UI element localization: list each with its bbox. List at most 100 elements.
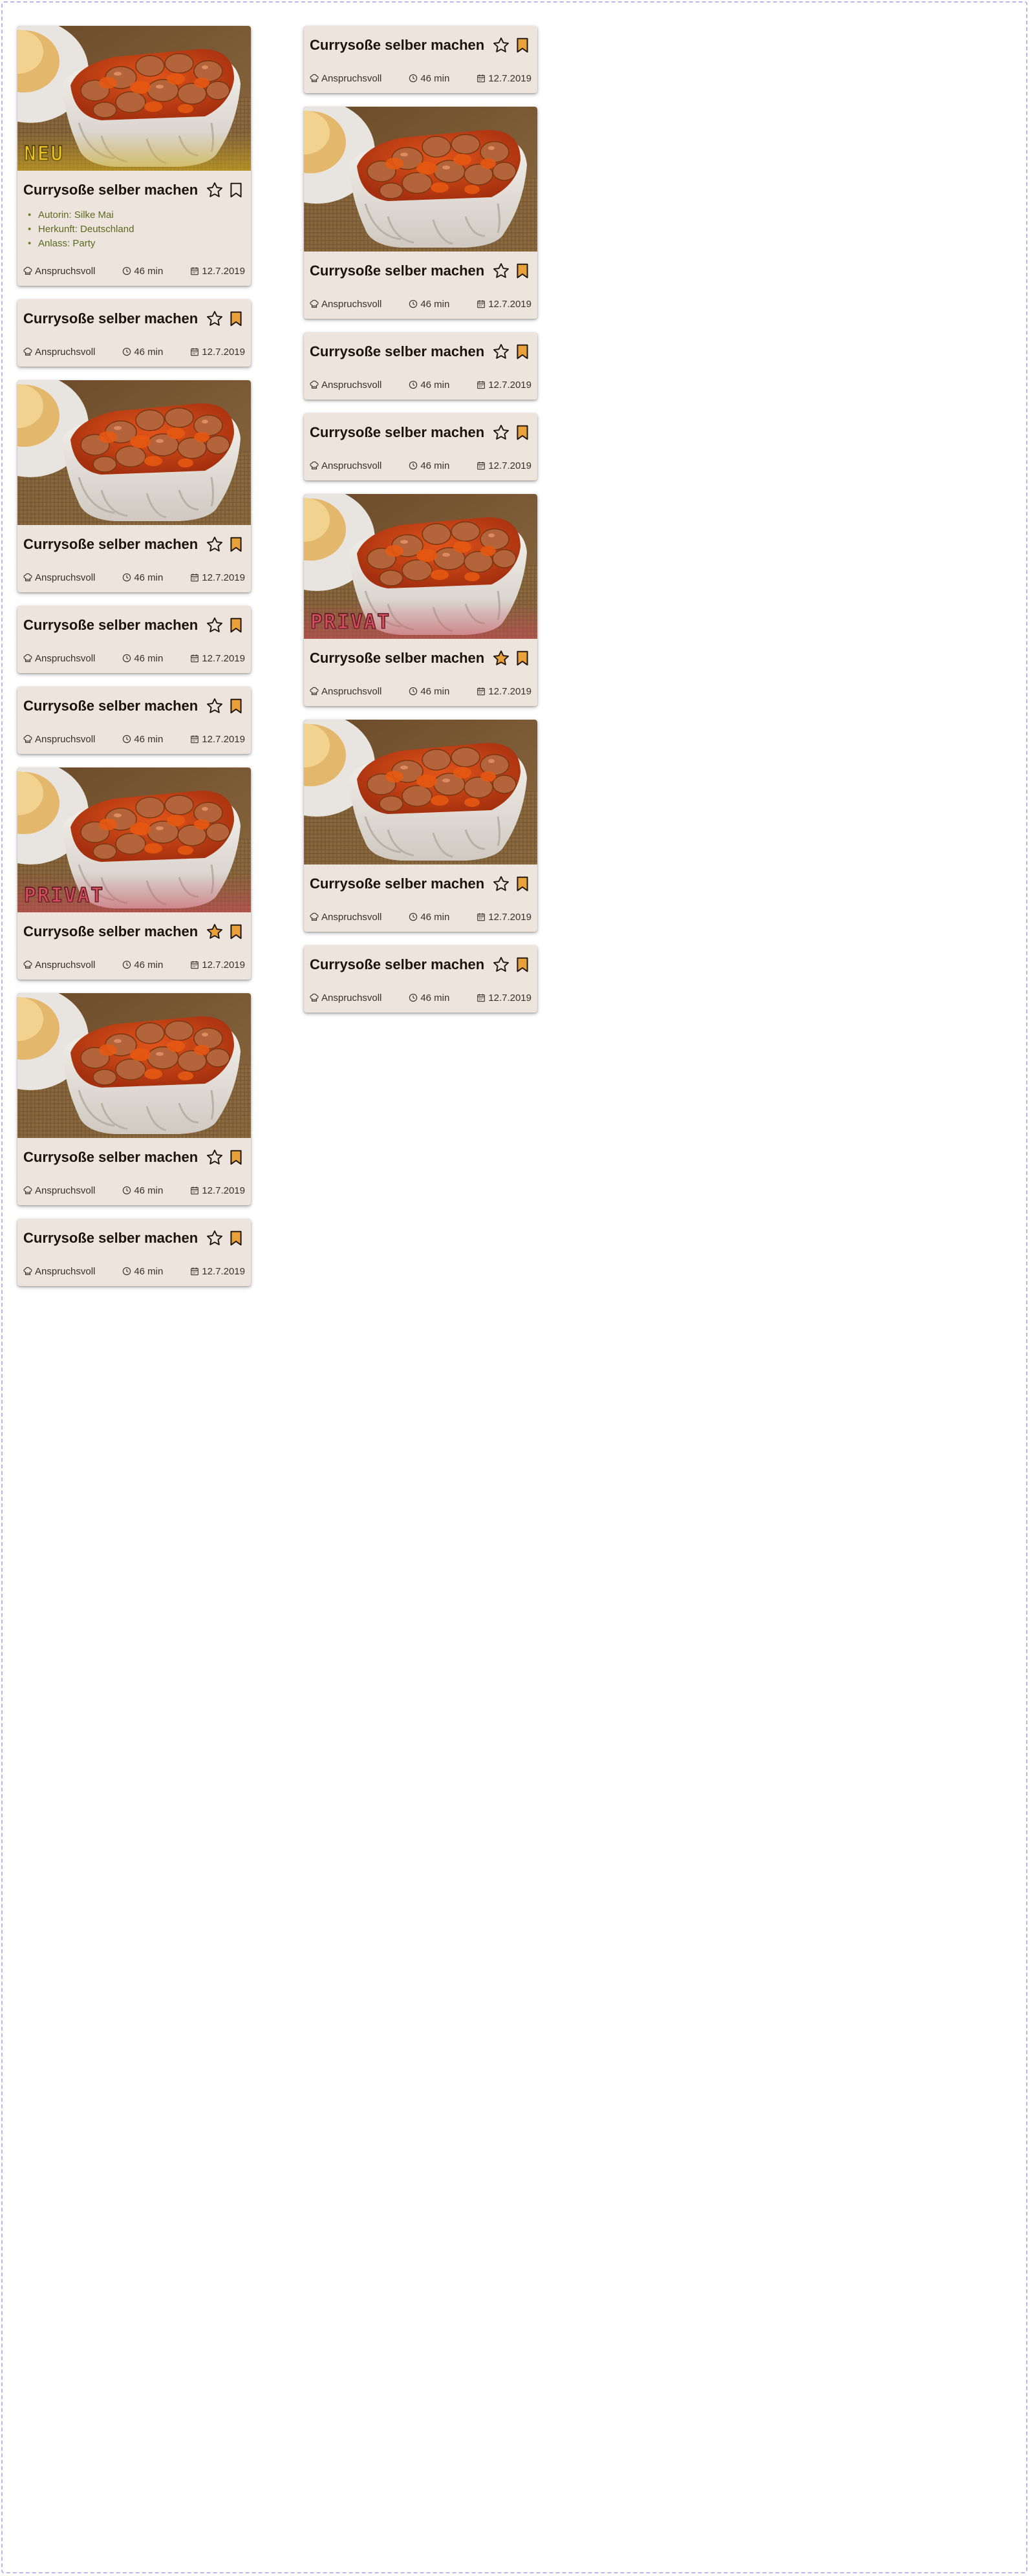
recipe-image[interactable] xyxy=(304,720,537,864)
bookmark-button[interactable] xyxy=(226,921,246,942)
duration-label: 46 min xyxy=(420,379,450,391)
favorite-star-button[interactable] xyxy=(491,261,511,281)
recipe-card[interactable]: Currysoße selber machen Anspruchsvoll 46 m… xyxy=(17,687,251,754)
date-info: 12.7.2019 xyxy=(190,572,245,583)
recipe-image[interactable] xyxy=(17,380,251,525)
date-info: 12.7.2019 xyxy=(477,380,531,391)
recipe-title[interactable]: Currysoße selber machen xyxy=(310,956,489,973)
recipe-image[interactable]: NEU xyxy=(17,26,251,171)
bookmark-button[interactable] xyxy=(226,534,246,555)
bookmark-button[interactable] xyxy=(513,341,532,362)
duration-label: 46 min xyxy=(134,346,164,358)
recipe-card[interactable]: PRIVAT Currysoße selber machen Anspruchsvo… xyxy=(17,767,251,980)
difficulty-label: Anspruchsvoll xyxy=(35,652,96,664)
new-badge: NEU xyxy=(23,142,64,166)
star-icon xyxy=(206,182,223,197)
favorite-star-button[interactable] xyxy=(491,35,511,56)
date-label: 12.7.2019 xyxy=(202,265,245,277)
duration-info: 46 min xyxy=(122,1266,163,1277)
recipe-card[interactable]: Currysoße selber machen Anspruchsvoll 46 m… xyxy=(304,413,537,480)
date-info: 12.7.2019 xyxy=(477,912,531,923)
recipe-card[interactable]: Currysoße selber machen Anspruchsvoll 46 m… xyxy=(17,380,251,592)
recipe-card[interactable]: Currysoße selber machen Anspruchsvoll 46 m… xyxy=(17,993,251,1205)
recipe-image[interactable]: PRIVAT xyxy=(17,767,251,912)
calendar-icon xyxy=(477,994,486,1002)
recipe-title[interactable]: Currysoße selber machen xyxy=(310,650,489,667)
recipe-title[interactable]: Currysoße selber machen xyxy=(310,37,489,54)
chef-hat-icon xyxy=(310,299,319,308)
recipe-title[interactable]: Currysoße selber machen xyxy=(310,424,489,441)
card-header: Currysoße selber machen xyxy=(17,299,251,332)
bookmark-button[interactable] xyxy=(226,696,246,716)
calendar-icon xyxy=(191,654,199,663)
card-footer: Anspruchsvoll 46 min 12.7.2019 xyxy=(17,1175,251,1205)
recipe-card[interactable]: Currysoße selber machen Anspruchsvoll 46 m… xyxy=(17,606,251,673)
recipe-card[interactable]: Currysoße selber machen Anspruchsvoll 46 m… xyxy=(304,720,537,932)
recipe-detail-item: Autorin: Silke Mai xyxy=(28,208,251,222)
chef-hat-icon xyxy=(310,380,319,389)
recipe-title[interactable]: Currysoße selber machen xyxy=(23,310,203,327)
bookmark-button[interactable] xyxy=(226,615,246,636)
favorite-star-button[interactable] xyxy=(205,534,224,555)
calendar-icon xyxy=(191,1186,199,1195)
bookmark-button[interactable] xyxy=(513,954,532,975)
duration-info: 46 min xyxy=(122,1185,163,1196)
recipe-title[interactable]: Currysoße selber machen xyxy=(23,1149,203,1166)
recipe-image[interactable]: PRIVAT xyxy=(304,494,537,639)
favorite-star-button[interactable] xyxy=(491,341,511,362)
favorite-star-button[interactable] xyxy=(205,1147,224,1168)
favorite-star-button[interactable] xyxy=(205,180,224,200)
chef-hat-icon xyxy=(23,266,32,275)
favorite-star-button[interactable] xyxy=(205,1228,224,1249)
recipe-title[interactable]: Currysoße selber machen xyxy=(23,698,203,714)
recipe-card[interactable]: Currysoße selber machen Anspruchsvoll 46 m… xyxy=(17,1219,251,1286)
bookmark-button[interactable] xyxy=(513,874,532,894)
bookmark-button[interactable] xyxy=(226,308,246,329)
card-footer: Anspruchsvoll 46 min 12.7.2019 xyxy=(17,643,251,673)
recipe-title[interactable]: Currysoße selber machen xyxy=(310,263,489,279)
recipe-title[interactable]: Currysoße selber machen xyxy=(23,1230,203,1247)
recipe-card[interactable]: Currysoße selber machen Anspruchsvoll 46 m… xyxy=(304,26,537,93)
bookmark-button[interactable] xyxy=(513,261,532,281)
recipe-card[interactable]: Currysoße selber machen Anspruchsvoll 46 m… xyxy=(304,332,537,400)
difficulty-label: Anspruchsvoll xyxy=(35,1265,96,1277)
recipe-card[interactable]: PRIVAT Currysoße selber machen Anspruchsvo… xyxy=(304,494,537,706)
recipe-image[interactable] xyxy=(304,107,537,252)
recipe-card[interactable]: Currysoße selber machen Anspruchsvoll 46 m… xyxy=(304,945,537,1013)
bookmark-button[interactable] xyxy=(226,180,246,200)
recipe-title[interactable]: Currysoße selber machen xyxy=(310,875,489,892)
recipe-card[interactable]: Currysoße selber machen Anspruchsvoll 46 m… xyxy=(304,107,537,319)
favorite-star-button[interactable] xyxy=(491,422,511,443)
star-icon xyxy=(493,263,510,278)
bookmark-button[interactable] xyxy=(513,35,532,56)
calendar-icon xyxy=(477,913,486,921)
recipe-title[interactable]: Currysoße selber machen xyxy=(23,536,203,553)
recipe-title[interactable]: Currysoße selber machen xyxy=(23,617,203,634)
favorite-star-button[interactable] xyxy=(205,696,224,716)
bookmark-button[interactable] xyxy=(513,648,532,669)
favorite-star-button[interactable] xyxy=(205,921,224,942)
favorite-star-button[interactable] xyxy=(205,615,224,636)
clock-icon xyxy=(123,347,131,356)
favorite-star-button[interactable] xyxy=(491,648,511,669)
bookmark-button[interactable] xyxy=(226,1147,246,1168)
recipe-title[interactable]: Currysoße selber machen xyxy=(310,343,489,360)
private-badge: PRIVAT xyxy=(23,883,104,908)
bookmark-button[interactable] xyxy=(513,422,532,443)
duration-info: 46 min xyxy=(122,960,163,971)
recipe-card[interactable]: NEU Currysoße selber machen Autorin: Silke… xyxy=(17,26,251,286)
clock-icon xyxy=(123,266,131,275)
difficulty-label: Anspruchsvoll xyxy=(321,298,382,310)
recipe-image[interactable] xyxy=(17,993,251,1138)
favorite-star-button[interactable] xyxy=(205,308,224,329)
chef-hat-icon xyxy=(23,654,32,662)
bookmark-button[interactable] xyxy=(226,1228,246,1249)
favorite-star-button[interactable] xyxy=(491,954,511,975)
recipe-card[interactable]: Currysoße selber machen Anspruchsvoll 46 m… xyxy=(17,299,251,367)
date-label: 12.7.2019 xyxy=(202,959,245,971)
favorite-star-button[interactable] xyxy=(491,874,511,894)
duration-label: 46 min xyxy=(134,652,164,664)
recipe-title[interactable]: Currysoße selber machen xyxy=(23,182,203,199)
star-icon xyxy=(493,424,510,440)
recipe-title[interactable]: Currysoße selber machen xyxy=(23,923,203,940)
